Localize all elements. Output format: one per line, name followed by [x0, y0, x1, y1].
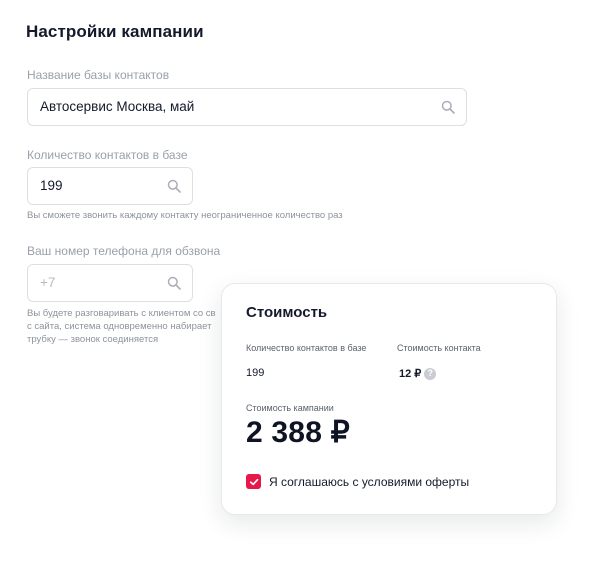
contacts-count-hint: Вы сможете звонить каждому контакту неог…	[27, 210, 343, 221]
agree-checkbox[interactable]	[246, 474, 261, 489]
agree-row[interactable]: Я соглашаюсь с условиями оферты	[246, 474, 469, 489]
contact-price-value: 12 ₽	[399, 368, 422, 380]
contact-price-row: 12 ₽ ?	[399, 367, 437, 380]
checkmark-icon	[249, 478, 258, 485]
cost-card-title: Стоимость	[246, 304, 328, 321]
total-cost-value: 2 388 ₽	[246, 416, 350, 449]
phone-hint-line-2: с сайта, система одновременно набирает	[27, 321, 212, 332]
base-name-input[interactable]: Автосервис Москва, май	[27, 88, 467, 126]
base-name-value: Автосервис Москва, май	[40, 99, 195, 114]
contacts-count-input[interactable]: 199	[27, 167, 193, 205]
page-title: Настройки кампании	[26, 22, 204, 41]
search-icon[interactable]	[167, 179, 181, 193]
contact-price-label: Стоимость контакта	[397, 343, 481, 353]
phone-placeholder: +7	[40, 275, 56, 290]
search-icon[interactable]	[167, 276, 181, 290]
help-icon[interactable]: ?	[424, 367, 437, 380]
total-cost-label: Стоимость кампании	[246, 403, 334, 413]
cost-card: Стоимость Количество контактов в базе 19…	[221, 283, 557, 515]
cost-contacts-label: Количество контактов в базе	[246, 343, 367, 353]
base-name-label: Название базы контактов	[27, 68, 170, 82]
phone-input[interactable]: +7	[27, 264, 193, 302]
cost-contacts-value: 199	[246, 367, 265, 379]
phone-label: Ваш номер телефона для обзвона	[27, 244, 221, 258]
phone-hint-line-1: Вы будете разговаривать с клиентом со св	[27, 308, 216, 319]
agree-label[interactable]: Я соглашаюсь с условиями оферты	[269, 475, 469, 489]
search-icon[interactable]	[441, 100, 455, 114]
phone-hint-line-3: трубку — звонок соединяется	[27, 334, 159, 345]
contacts-count-label: Количество контактов в базе	[27, 148, 188, 162]
contacts-count-value: 199	[40, 178, 63, 193]
